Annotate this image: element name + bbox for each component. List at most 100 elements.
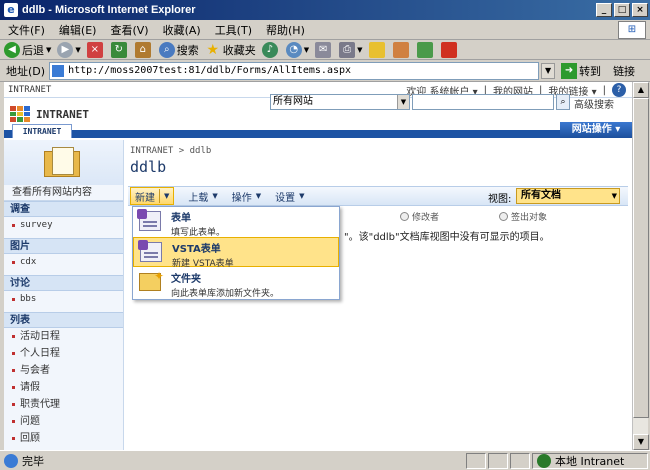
settings-menu-button[interactable]: 设置 ▼: [275, 189, 304, 204]
refresh-icon: ↻: [110, 41, 127, 58]
mail-icon: ✉: [315, 41, 332, 58]
go-button[interactable]: ➜ 转到: [561, 62, 602, 79]
media-button[interactable]: ♪: [261, 41, 280, 58]
back-button[interactable]: ◀ 后退 ▼: [4, 41, 52, 58]
column-modified-by[interactable]: 修改者: [412, 210, 439, 223]
search-button[interactable]: ⌕ 搜索: [158, 41, 199, 58]
scroll-down-button[interactable]: ▼: [633, 434, 649, 450]
new-folder-icon: ✦: [139, 269, 164, 291]
nav-item-cdx[interactable]: cdx: [4, 254, 123, 271]
menu-view[interactable]: 查看(V): [110, 22, 148, 38]
actions-menu-button[interactable]: 操作 ▼: [232, 189, 261, 204]
nav-section-surveys[interactable]: 调查: [4, 201, 123, 217]
address-input[interactable]: http://moss2007test:81/ddlb/Forms/AllIte…: [49, 61, 540, 80]
advanced-search-link[interactable]: 高级搜索: [574, 96, 614, 111]
print-button[interactable]: ⎙ ▼: [339, 41, 363, 58]
bullet-icon: [12, 335, 15, 338]
nav-item-delegation[interactable]: 职责代理: [4, 396, 123, 413]
top-nav-bar: [4, 130, 632, 138]
menu-tools[interactable]: 工具(T): [215, 22, 252, 38]
maximize-button[interactable]: □: [614, 3, 630, 17]
intranet-zone-icon: [537, 453, 551, 468]
form-icon: [138, 240, 162, 262]
chevron-down-icon: ▼: [46, 45, 52, 54]
nav-item-leave[interactable]: 请假: [4, 379, 123, 396]
scroll-up-button[interactable]: ▲: [633, 82, 649, 98]
menu-favorites[interactable]: 收藏(A): [163, 22, 201, 38]
messenger-button[interactable]: [416, 41, 435, 58]
empty-list-message: "。该"ddlb"文档库视图中没有可显示的项目。: [344, 232, 550, 243]
ie-icon: e: [4, 3, 18, 17]
menu-file[interactable]: 文件(F): [8, 22, 45, 38]
nav-section-discussions[interactable]: 讨论: [4, 275, 123, 291]
window-title: ddlb - Microsoft Internet Explorer: [22, 4, 196, 16]
upload-label: 上载: [188, 192, 209, 204]
new-menu-button[interactable]: 新建 ▼: [130, 187, 175, 205]
chevron-down-icon: ▼: [611, 192, 617, 200]
home-button[interactable]: ⌂: [134, 41, 153, 58]
column-type-icon: [499, 211, 509, 221]
chevron-down-icon: ▼: [75, 45, 81, 54]
research-button[interactable]: [440, 41, 459, 58]
go-arrow-icon: ➜: [561, 62, 578, 79]
menu-edit[interactable]: 编辑(E): [59, 22, 97, 38]
refresh-button[interactable]: ↻: [110, 41, 129, 58]
view-selector[interactable]: 所有文档 ▼: [516, 188, 620, 204]
actions-label: 操作: [231, 192, 252, 204]
go-label: 转到: [579, 64, 602, 78]
tab-intranet[interactable]: INTRANET: [12, 124, 72, 138]
scroll-thumb[interactable]: [633, 98, 649, 418]
nav-item-review[interactable]: 回顾: [4, 430, 123, 447]
windows-logo-icon: ⊞: [618, 21, 646, 39]
nav-item-bbs[interactable]: bbs: [4, 291, 123, 308]
mail-button[interactable]: ✉: [315, 41, 333, 58]
menu-help[interactable]: 帮助(H): [266, 22, 305, 38]
nav-section-pictures[interactable]: 图片: [4, 238, 123, 254]
bullet-icon: [12, 261, 15, 264]
site-actions-menu[interactable]: 网站操作 ▾: [560, 122, 632, 138]
edit-button[interactable]: [368, 41, 387, 58]
nav-item-issues[interactable]: 问题: [4, 413, 123, 430]
upload-menu-button[interactable]: 上载 ▼: [188, 189, 217, 204]
page-icon-area: [4, 140, 123, 185]
close-button[interactable]: ×: [632, 3, 648, 17]
edit-icon: [368, 41, 385, 58]
discuss-button[interactable]: [392, 41, 411, 58]
view-all-site-content-link[interactable]: 查看所有网站内容: [4, 185, 123, 201]
page-content: INTRANET 欢迎 系统帐户 ▾ | 我的网站 | 我的链接 ▾ | ? I…: [4, 82, 632, 450]
bullet-icon: [12, 298, 15, 301]
view-label: 视图:: [488, 194, 512, 205]
nav-item-calendar[interactable]: 活动日程: [4, 328, 123, 345]
site-logo[interactable]: INTRANET: [10, 106, 89, 122]
settings-label: 设置: [275, 192, 296, 204]
forward-button[interactable]: ▶ ▼: [57, 41, 81, 58]
bullet-icon: [12, 224, 15, 227]
menu-item-vsta-form[interactable]: VSTA表单 新建 VSTA表单: [133, 237, 339, 269]
search-input[interactable]: [412, 94, 554, 110]
site-label: INTRANET: [8, 84, 52, 95]
minimize-button[interactable]: _: [596, 3, 612, 17]
column-checked-out-to[interactable]: 签出对象: [511, 210, 547, 223]
search-scope-value: 所有网站: [273, 96, 313, 107]
search-scope-select[interactable]: 所有网站 ▼: [270, 94, 410, 110]
links-button[interactable]: 链接: [613, 63, 635, 79]
favorites-label: 收藏夹: [222, 43, 256, 57]
nav-section-lists[interactable]: 列表: [4, 312, 123, 328]
list-toolbar: 新建 ▼ 上载 ▼ 操作 ▼ 设置 ▼ 视图: 所有文档 ▼: [128, 186, 628, 206]
nav-item-survey[interactable]: survey: [4, 217, 123, 234]
vertical-scrollbar[interactable]: ▲ ▼: [632, 82, 649, 450]
menu-item-folder[interactable]: ✦ 文件夹 向此表单库添加新文件夹。: [133, 268, 339, 299]
favorites-button[interactable]: ★ 收藏夹: [205, 42, 256, 58]
breadcrumb[interactable]: INTRANET > ddlb: [130, 146, 211, 156]
bullet-icon: [12, 386, 15, 389]
menu-item-form[interactable]: 表单 填写此表单。: [133, 207, 339, 238]
address-dropdown-button[interactable]: ▼: [541, 62, 556, 79]
help-icon[interactable]: ?: [612, 83, 626, 97]
nav-item-personal-calendar[interactable]: 个人日程: [4, 345, 123, 362]
security-zone[interactable]: 本地 Intranet: [532, 452, 648, 469]
nav-item-attendees[interactable]: 与会者: [4, 362, 123, 379]
stop-button[interactable]: ×: [86, 41, 105, 58]
search-icon[interactable]: ⌕: [556, 94, 570, 110]
history-button[interactable]: ◔ ▼: [285, 41, 309, 58]
back-label: 后退: [22, 43, 44, 57]
